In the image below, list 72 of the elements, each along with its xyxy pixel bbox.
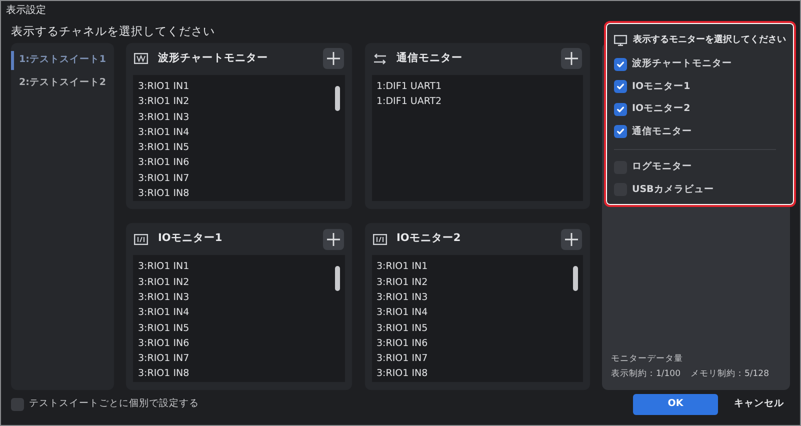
channel-item[interactable]: 3:RIO1 IN3: [138, 290, 190, 306]
monitor-icon: [614, 35, 627, 46]
scrollbar-thumb[interactable]: [334, 86, 340, 111]
scrollbar-thumb[interactable]: [334, 266, 340, 292]
monitor-option-label[interactable]: 通信モニター: [632, 124, 692, 139]
channel-item[interactable]: 3:RIO1 IN7: [376, 351, 428, 366]
suite-item[interactable]: 1:テストスイート1: [11, 50, 114, 70]
channel-item[interactable]: 3:RIO1 IN3: [138, 110, 190, 125]
channel-item[interactable]: 1:DIF1 UART1: [376, 78, 442, 94]
panel-title: 波形チャートモニター: [158, 51, 269, 66]
channel-item[interactable]: 3:RIO1 IN4: [138, 124, 190, 140]
channel-item[interactable]: 3:RIO1 IN1: [138, 78, 190, 94]
monitor-option-label[interactable]: 波形チャートモニター: [632, 57, 732, 72]
add-button[interactable]: [561, 228, 582, 250]
channel-item[interactable]: 3:RIO1 IN8: [376, 366, 428, 382]
channel-item[interactable]: 3:RIO1 IN6: [376, 336, 428, 352]
menu-title: 表示するモニターを選択してください: [633, 34, 786, 48]
panel-title: IOモニター2: [396, 231, 462, 246]
plus-icon: [565, 232, 578, 246]
scrollbar-thumb[interactable]: [573, 266, 578, 292]
panel-title: 通信モニター: [396, 51, 464, 66]
channel-item[interactable]: 3:RIO1 IN6: [138, 336, 190, 352]
per-suite-label[interactable]: テストスイートごとに個別で設定する: [29, 397, 199, 412]
add-button[interactable]: [561, 48, 582, 70]
io-board-icon: [372, 234, 386, 245]
channel-item[interactable]: 1:DIF1 UART2: [376, 94, 442, 110]
suite-item[interactable]: 2:テストスイート2: [11, 74, 114, 93]
monitor-option-label[interactable]: USBカメラビュー: [632, 182, 714, 197]
checkbox[interactable]: [614, 58, 627, 71]
channel-item[interactable]: 3:RIO1 IN1: [138, 259, 190, 275]
monitor-option-label[interactable]: IOモニター1: [632, 80, 690, 94]
channel-item[interactable]: 3:RIO1 IN3: [376, 290, 428, 306]
plus-icon: [326, 232, 340, 246]
channel-item[interactable]: 3:RIO1 IN5: [138, 140, 190, 156]
checkmark-icon: [616, 60, 625, 69]
checkmark-icon: [616, 104, 625, 114]
checkbox[interactable]: [614, 102, 627, 116]
add-button[interactable]: [322, 228, 344, 250]
waveform-chart-icon: [134, 53, 148, 64]
ok-button[interactable]: OK: [633, 394, 718, 415]
checkbox[interactable]: [614, 125, 627, 138]
plus-icon: [565, 52, 578, 66]
channel-item[interactable]: 3:RIO1 IN7: [138, 351, 190, 366]
monitor-option-label[interactable]: IOモニター2: [632, 102, 690, 116]
checkbox[interactable]: [614, 80, 627, 94]
channel-item[interactable]: 3:RIO1 IN1: [376, 259, 428, 275]
plus-icon: [326, 52, 340, 66]
channel-item[interactable]: 3:RIO1 IN8: [138, 186, 190, 202]
display-limit-text: 表示制約：1/100: [611, 368, 680, 381]
window-title: 表示設定: [6, 4, 46, 18]
swap-arrows-icon: [372, 52, 386, 65]
channel-item[interactable]: 3:RIO1 IN5: [138, 320, 190, 336]
channel-item[interactable]: 3:RIO1 IN2: [376, 274, 428, 290]
channel-item[interactable]: 3:RIO1 IN5: [376, 320, 428, 336]
channel-item[interactable]: 3:RIO1 IN4: [138, 305, 190, 321]
channel-item[interactable]: 3:RIO1 IN6: [138, 155, 190, 171]
cancel-button[interactable]: キャンセル: [728, 394, 790, 415]
add-button[interactable]: [322, 48, 344, 70]
checkbox[interactable]: [11, 398, 24, 411]
monitor-option-label[interactable]: ログモニター: [632, 160, 692, 174]
data-usage-title: モニターデータ量: [611, 353, 684, 366]
panel-title: IOモニター1: [158, 231, 224, 246]
channel-item[interactable]: 3:RIO1 IN4: [376, 305, 428, 321]
channel-item[interactable]: 3:RIO1 IN2: [138, 274, 190, 290]
checkmark-icon: [616, 82, 625, 92]
memory-limit-text: メモリ制約：5/128: [690, 368, 769, 381]
channel-item[interactable]: 3:RIO1 IN2: [138, 94, 190, 110]
io-board-icon: [134, 234, 148, 245]
instruction-text: 表示するチャネルを選択してください: [11, 23, 215, 40]
checkmark-icon: [616, 127, 625, 136]
channel-item[interactable]: 3:RIO1 IN8: [138, 366, 190, 382]
channel-item[interactable]: 3:RIO1 IN7: [138, 170, 190, 186]
